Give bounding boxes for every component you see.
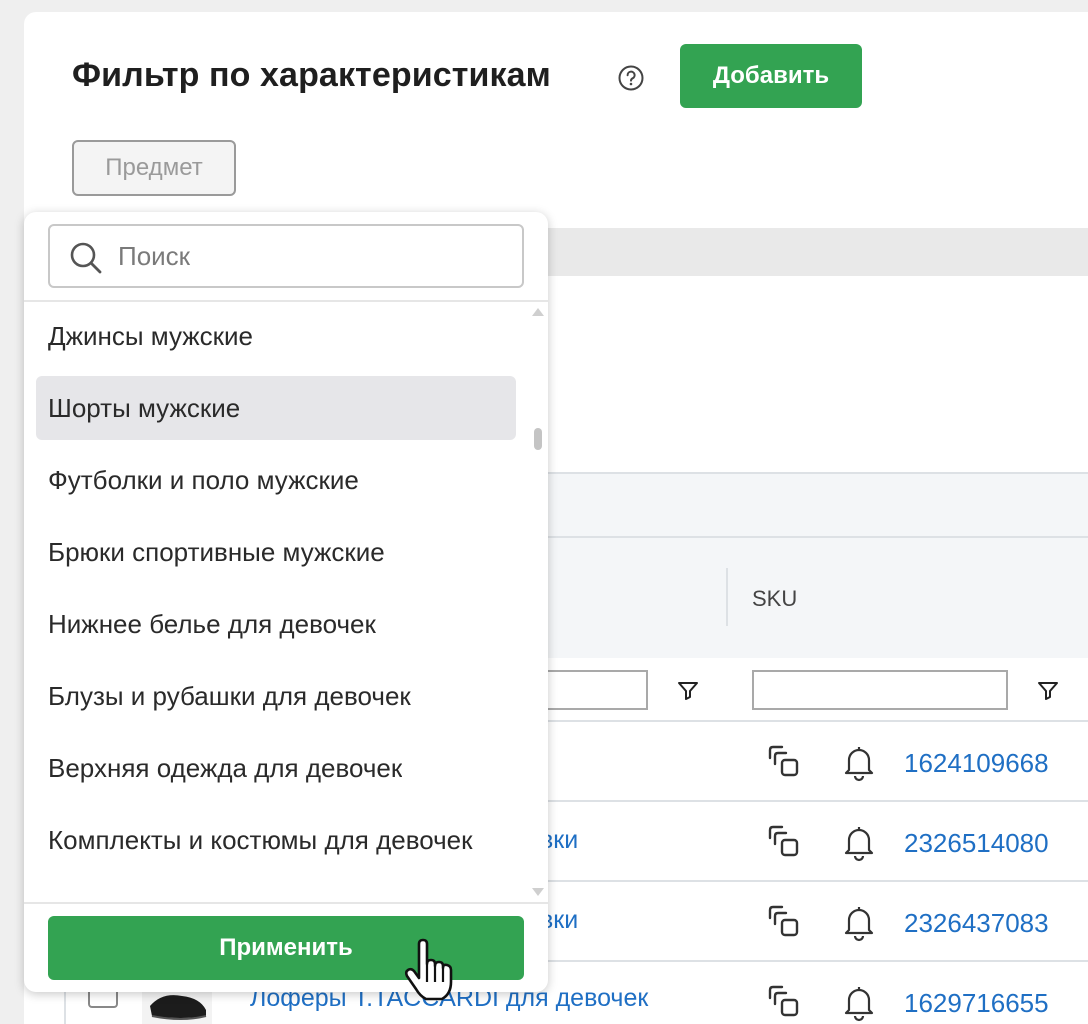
option-item[interactable]: Блузы и рубашки для девочек — [36, 664, 516, 728]
help-icon[interactable] — [616, 63, 646, 93]
search-input[interactable] — [118, 236, 508, 276]
option-label: Джинсы мужские — [48, 320, 254, 351]
scroll-up-arrow-icon[interactable] — [532, 308, 544, 316]
bell-icon[interactable] — [842, 902, 876, 942]
sku-link[interactable]: 2326514080 — [904, 828, 1049, 859]
add-button[interactable]: Добавить — [680, 44, 862, 108]
option-label: Верхняя одежда для девочек — [48, 752, 403, 783]
bell-icon[interactable] — [842, 822, 876, 862]
search-box[interactable] — [48, 224, 524, 288]
hand-pointer-cursor-icon — [404, 938, 453, 1001]
footer-divider — [24, 902, 548, 904]
column-separator — [726, 568, 728, 626]
subject-filter-chip[interactable]: Предмет — [72, 140, 236, 196]
sku-link[interactable]: 1629716655 — [904, 988, 1049, 1019]
sku-link[interactable]: 2326437083 — [904, 908, 1049, 939]
option-label: Нижнее белье для девочек — [48, 608, 376, 639]
filter-funnel-icon[interactable] — [676, 678, 700, 702]
option-label: Футболки и поло мужские — [48, 464, 359, 495]
copy-icon[interactable] — [764, 822, 804, 862]
list-divider — [24, 300, 548, 302]
option-item[interactable]: Футболки и поло мужские — [36, 448, 516, 512]
page-title: Фильтр по характеристикам — [72, 56, 551, 94]
option-label: Шорты мужские — [48, 392, 241, 423]
copy-icon[interactable] — [764, 742, 804, 782]
bell-icon[interactable] — [842, 742, 876, 782]
option-item[interactable]: Комплекты и костюмы для девочек — [36, 808, 516, 872]
copy-icon[interactable] — [764, 982, 804, 1022]
column-header-sku: SKU — [752, 586, 798, 611]
option-item-selected[interactable]: Шорты мужские — [36, 376, 516, 440]
option-label: Комплекты и костюмы для девочек — [48, 824, 473, 855]
subject-dropdown: Джинсы мужские Шорты мужские Футболки и … — [24, 212, 548, 992]
option-item[interactable]: Джинсы мужские — [36, 304, 516, 368]
scrollbar-thumb[interactable] — [534, 428, 542, 450]
option-label: Брюки спортивные мужские — [48, 536, 385, 567]
sku-link[interactable]: 1624109668 — [904, 748, 1049, 779]
option-item[interactable]: Нижнее белье для девочек — [36, 592, 516, 656]
copy-icon[interactable] — [764, 902, 804, 942]
option-item[interactable]: Верхняя одежда для девочек — [36, 736, 516, 800]
sku-filter-input[interactable] — [752, 670, 1008, 710]
search-icon — [70, 242, 102, 274]
option-label: Блузы и рубашки для девочек — [48, 680, 411, 711]
option-item[interactable]: Брюки спортивные мужские — [36, 520, 516, 584]
filter-funnel-icon[interactable] — [1036, 678, 1060, 702]
bell-icon[interactable] — [842, 982, 876, 1022]
scroll-down-arrow-icon[interactable] — [532, 888, 544, 896]
